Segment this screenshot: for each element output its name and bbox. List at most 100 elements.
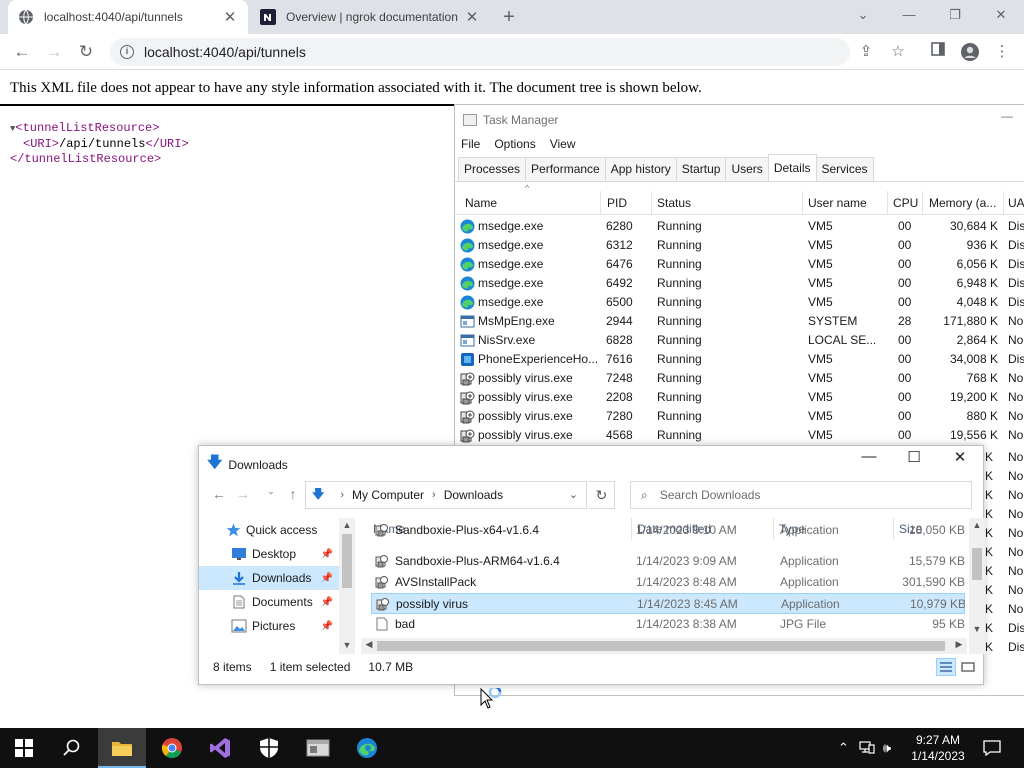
tab-performance[interactable]: Performance: [525, 157, 606, 181]
recent-chevron-icon[interactable]: ⌄: [261, 486, 281, 497]
tab-ngrok-docs[interactable]: Overview | ngrok documentation ✕: [250, 0, 490, 34]
clock[interactable]: 9:27 AM 1/14/2023: [906, 732, 970, 764]
table-row[interactable]: MsMpEng.exe 2944 Running SYSTEM 28 171,880 K N…: [455, 312, 1024, 331]
minimize-icon[interactable]: —: [886, 4, 932, 26]
process-uac: No: [1008, 583, 1024, 597]
file-list-scrollbar[interactable]: ▲ ▼: [969, 518, 985, 654]
col-uac[interactable]: UA: [1008, 196, 1024, 210]
list-item[interactable]: Sandboxie-Plus-x64-v1.6.4 1/14/2023 9:10 …: [371, 520, 965, 541]
edge-icon[interactable]: [343, 728, 391, 768]
table-row[interactable]: msedge.exe 6280 Running VM5 00 30,684 K Dis: [455, 217, 1024, 236]
process-status: Running: [657, 371, 702, 385]
list-item[interactable]: Sandboxie-Plus-ARM64-v1.6.4 1/14/2023 9:0…: [371, 551, 965, 572]
forward-icon[interactable]: →: [233, 486, 253, 502]
process-user: VM5: [808, 390, 833, 404]
nav-scrollbar[interactable]: ▲ ▼: [339, 518, 355, 654]
kebab-menu-icon[interactable]: ⋮: [992, 42, 1012, 62]
restore-icon[interactable]: ❐: [932, 4, 978, 26]
chrome-icon[interactable]: [148, 728, 196, 768]
tab-details[interactable]: Details: [767, 154, 817, 180]
bookmark-star-icon[interactable]: ☆: [888, 42, 908, 62]
tab-app-history[interactable]: App history: [604, 157, 677, 181]
table-row[interactable]: msedge.exe 6476 Running VM5 00 6,056 K Dis: [455, 255, 1024, 274]
security-shield-icon[interactable]: [245, 728, 293, 768]
close-icon[interactable]: ✕: [464, 8, 480, 26]
tab-users[interactable]: Users: [725, 157, 769, 181]
col-name[interactable]: Name: [465, 196, 497, 210]
process-user: VM5: [808, 295, 833, 309]
table-row[interactable]: PhoneExperienceHo... 7616 Running VM5 00 34,0…: [455, 350, 1024, 369]
table-row[interactable]: msedge.exe 6492 Running VM5 00 6,948 K Dis: [455, 274, 1024, 293]
back-icon[interactable]: ←: [209, 486, 229, 502]
notification-center-icon[interactable]: [972, 728, 1012, 768]
sidebar-item-downloads[interactable]: Downloads 📌: [199, 566, 339, 590]
explorer-address-bar[interactable]: 🡇 › My Computer › Downloads ⌄: [305, 481, 587, 509]
col-user[interactable]: User name: [808, 196, 867, 210]
network-icon[interactable]: [859, 740, 875, 757]
details-view-icon[interactable]: [936, 658, 956, 676]
tab-startup[interactable]: Startup: [675, 157, 727, 181]
sidebar-item-pictures[interactable]: Pictures 📌: [199, 614, 339, 638]
sidebar-item-quick-access[interactable]: Quick access: [199, 518, 339, 542]
pin-icon[interactable]: 📌: [321, 549, 333, 560]
large-icons-view-icon[interactable]: [958, 658, 978, 676]
table-row[interactable]: msedge.exe 6500 Running VM5 00 4,048 K Dis: [455, 293, 1024, 312]
reload-icon[interactable]: ↻: [74, 41, 98, 63]
menu-options[interactable]: Options: [494, 137, 535, 151]
refresh-icon[interactable]: ↻: [589, 481, 615, 509]
app-window-icon[interactable]: [294, 728, 342, 768]
col-cpu[interactable]: CPU: [893, 196, 918, 210]
tab-processes[interactable]: Processes: [458, 157, 527, 181]
breadcrumb-downloads[interactable]: Downloads: [444, 488, 503, 502]
table-row[interactable]: possibly virus.exe 7248 Running VM5 00 768 K N…: [455, 369, 1024, 388]
horizontal-scrollbar[interactable]: ◀ ▶: [361, 638, 967, 654]
tab-services[interactable]: Services: [815, 157, 874, 181]
forward-icon[interactable]: →: [42, 41, 66, 63]
pin-icon[interactable]: 📌: [321, 621, 333, 632]
table-row[interactable]: possibly virus.exe 7280 Running VM5 00 880 K N…: [455, 407, 1024, 426]
table-row[interactable]: msedge.exe 6312 Running VM5 00 936 K Dis: [455, 236, 1024, 255]
up-icon[interactable]: ↑: [283, 486, 303, 502]
list-item[interactable]: AVSInstallPack 1/14/2023 8:48 AM Applicati…: [371, 572, 965, 593]
process-name: msedge.exe: [478, 257, 544, 271]
menu-file[interactable]: File: [461, 137, 480, 151]
col-status[interactable]: Status: [657, 196, 691, 210]
close-icon[interactable]: ✕: [938, 448, 982, 466]
visual-studio-icon[interactable]: [196, 728, 244, 768]
windows-start-icon[interactable]: [0, 728, 48, 768]
sidebar-item-desktop[interactable]: Desktop 📌: [199, 542, 339, 566]
new-tab-button[interactable]: +: [498, 6, 520, 28]
list-item[interactable]: possibly virus 1/14/2023 8:45 AM Applicati…: [371, 593, 965, 614]
back-icon[interactable]: ←: [10, 41, 34, 63]
table-row[interactable]: NisSrv.exe 6828 Running LOCAL SE... 00 2,864 …: [455, 331, 1024, 350]
minimize-icon[interactable]: —: [847, 448, 891, 465]
site-info-icon[interactable]: i: [120, 45, 134, 59]
pin-icon[interactable]: 📌: [321, 573, 333, 584]
profile-avatar-icon[interactable]: [960, 42, 980, 62]
chevron-down-icon[interactable]: ⌄: [569, 488, 578, 501]
minimize-icon[interactable]: —: [1001, 109, 1013, 123]
file-explorer-icon[interactable]: [98, 728, 146, 768]
table-row[interactable]: possibly virus.exe 2208 Running VM5 00 19,200…: [455, 388, 1024, 407]
tab-localhost[interactable]: localhost:4040/api/tunnels ✕: [8, 0, 248, 34]
col-memory[interactable]: Memory (a...: [929, 196, 1001, 210]
close-window-icon[interactable]: ✕: [978, 4, 1024, 26]
breadcrumb-my-computer[interactable]: My Computer: [352, 488, 424, 502]
share-icon[interactable]: ⇪: [856, 42, 876, 62]
tab-search-chevron-icon[interactable]: ⌄: [840, 4, 886, 26]
show-hidden-icons-icon[interactable]: ⌃: [838, 740, 849, 756]
address-bar[interactable]: i localhost:4040/api/tunnels: [110, 38, 850, 66]
pin-icon[interactable]: 📌: [321, 597, 333, 608]
side-panel-icon[interactable]: [928, 42, 948, 62]
volume-icon[interactable]: 🕪: [883, 740, 891, 756]
sidebar-item-documents[interactable]: Documents 📌: [199, 590, 339, 614]
close-icon[interactable]: ✕: [222, 8, 238, 26]
table-row[interactable]: possibly virus.exe 4568 Running VM5 00 19,556…: [455, 426, 1024, 445]
col-pid[interactable]: PID: [607, 196, 627, 210]
search-input[interactable]: ⌕ Search Downloads: [630, 481, 972, 509]
file-name: possibly virus: [396, 597, 469, 611]
menu-view[interactable]: View: [550, 137, 576, 151]
maximize-icon[interactable]: ☐: [892, 448, 936, 466]
list-item[interactable]: bad 1/14/2023 8:38 AM JPG File 95 KB: [371, 614, 965, 635]
search-icon[interactable]: [48, 728, 96, 768]
